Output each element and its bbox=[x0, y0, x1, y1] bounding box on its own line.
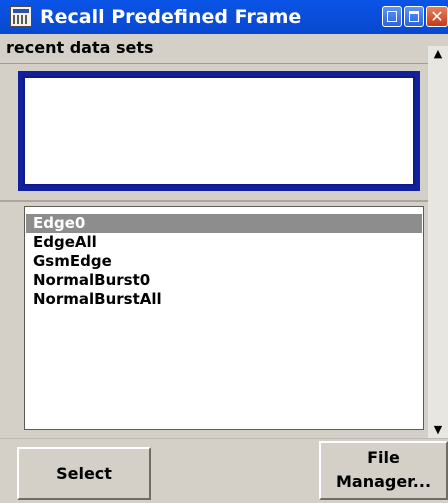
recent-data-sets-content bbox=[25, 78, 413, 184]
section-divider bbox=[0, 200, 428, 202]
maximize-icon[interactable] bbox=[404, 6, 424, 27]
window-title: Recall Predefined Frame bbox=[40, 6, 302, 28]
close-icon[interactable]: ✕ bbox=[426, 6, 448, 27]
select-button[interactable]: Select bbox=[17, 447, 151, 500]
recent-data-sets-list[interactable] bbox=[18, 71, 420, 191]
recall-predefined-frame-dialog: Recall Predefined Frame ✕ recent data se… bbox=[0, 0, 448, 503]
minimize-icon[interactable] bbox=[382, 6, 402, 27]
scroll-up-icon[interactable]: ▲ bbox=[428, 46, 448, 62]
list-item[interactable]: GsmEdge bbox=[26, 252, 422, 271]
list-item[interactable]: EdgeAll bbox=[26, 233, 422, 252]
recent-data-sets-label: recent data sets bbox=[0, 34, 428, 64]
file-manager-label-line1: File bbox=[367, 448, 400, 467]
table-icon bbox=[10, 6, 32, 27]
frame-file-list[interactable]: Edge0 EdgeAll GsmEdge NormalBurst0 Norma… bbox=[24, 206, 424, 430]
list-item[interactable]: NormalBurst0 bbox=[26, 271, 422, 290]
scroll-down-icon[interactable]: ▼ bbox=[428, 422, 448, 438]
title-bar[interactable]: Recall Predefined Frame ✕ bbox=[0, 0, 448, 34]
file-manager-label-line2: Manager... bbox=[335, 472, 432, 491]
list-item[interactable]: NormalBurstAll bbox=[26, 290, 422, 309]
list-item[interactable]: Edge0 bbox=[26, 214, 422, 233]
vertical-scrollbar[interactable]: ▲ ▼ bbox=[428, 46, 448, 438]
file-manager-button[interactable]: File Manager... bbox=[319, 441, 448, 500]
